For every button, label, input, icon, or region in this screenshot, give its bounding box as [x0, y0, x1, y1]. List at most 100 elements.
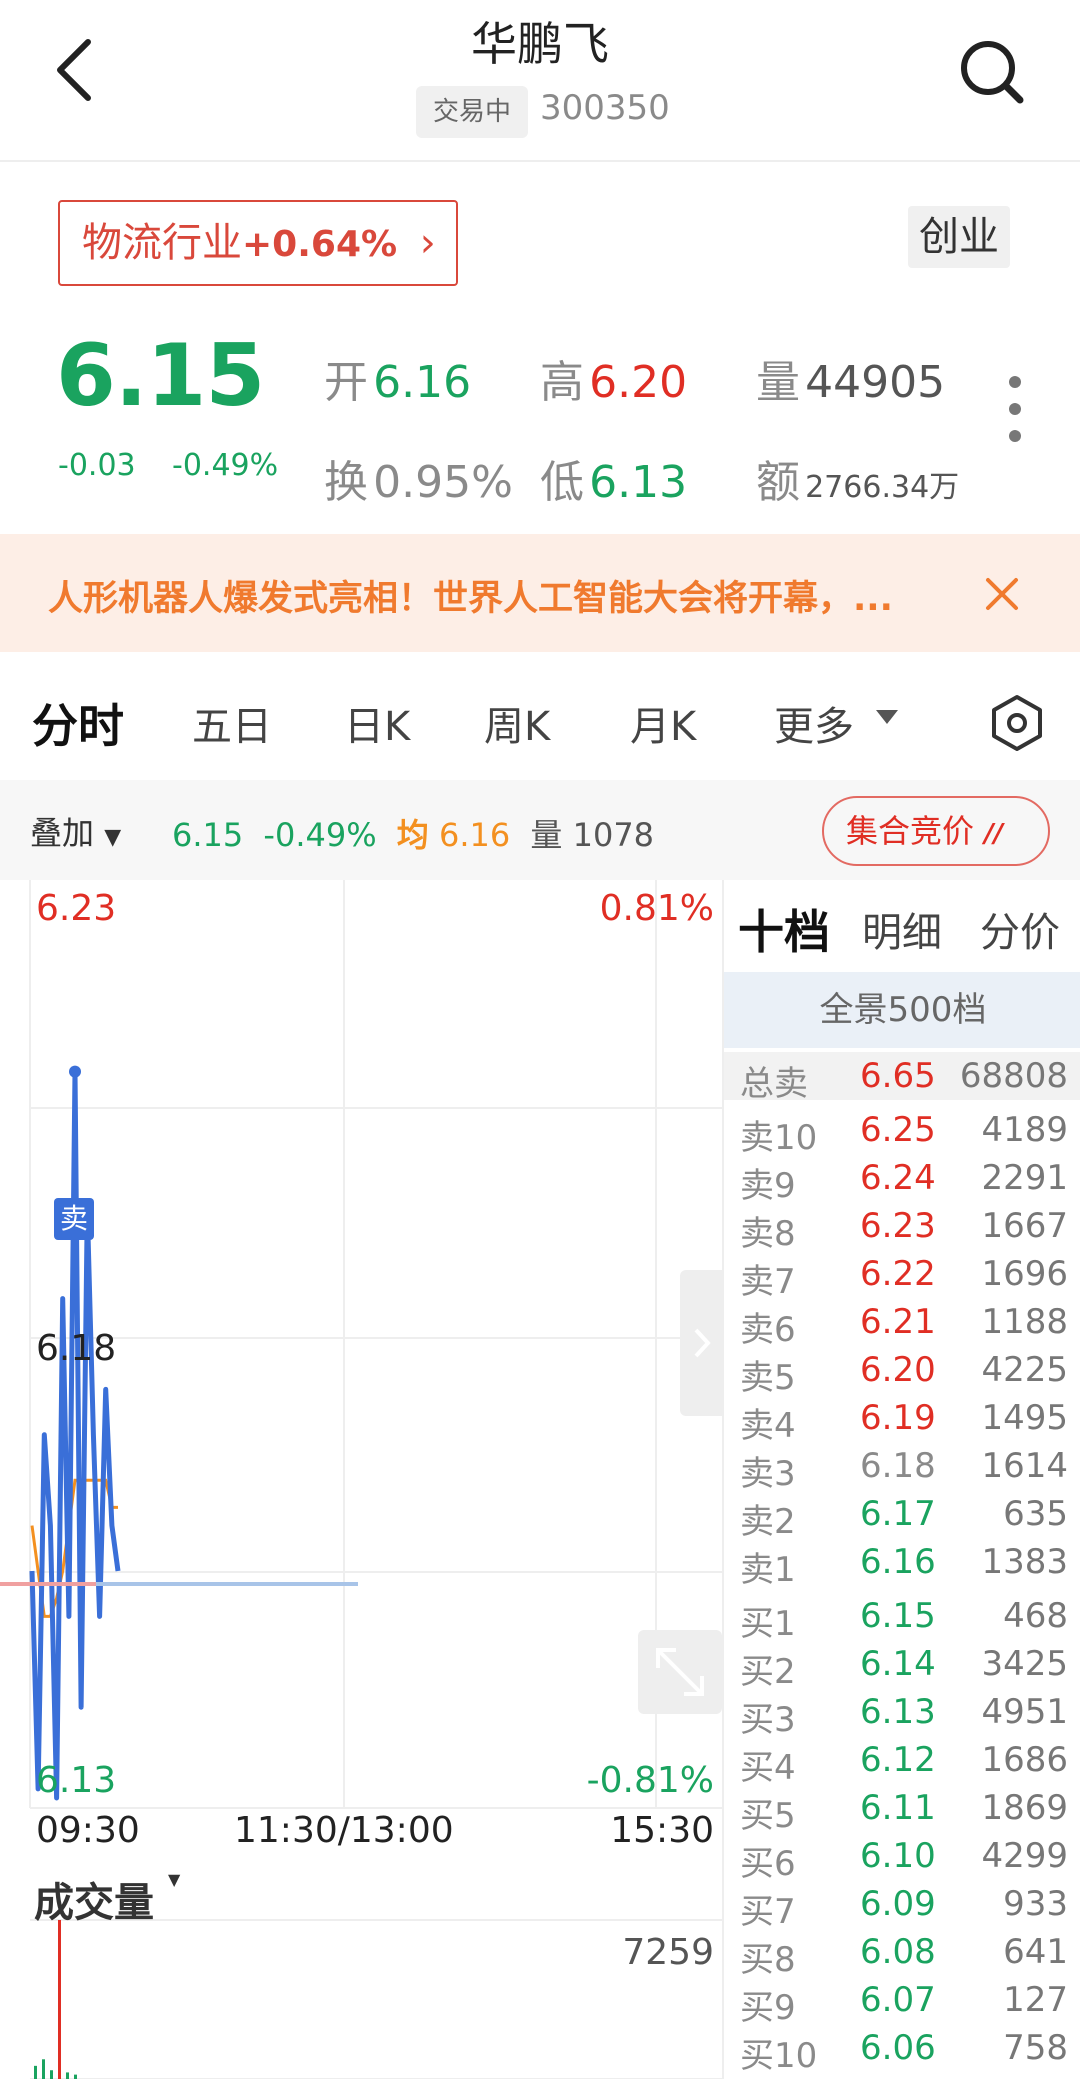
chevron-right-icon: ›: [419, 220, 436, 266]
ask-row[interactable]: 卖8 6.23 1667: [724, 1202, 1080, 1254]
ask-row[interactable]: 卖4 6.19 1495: [724, 1394, 1080, 1446]
stock-name: 华鹏飞: [471, 17, 609, 71]
close-icon[interactable]: [982, 574, 1022, 614]
fullscreen-button[interactable]: [638, 1630, 722, 1714]
ask-level-label: 卖4: [740, 1406, 796, 1446]
bid-volume: 3425: [981, 1644, 1068, 1684]
tab-trade-details[interactable]: 明细: [862, 900, 942, 958]
ask-price: 6.20: [860, 1350, 936, 1390]
intraday-chart[interactable]: 6.23 0.81% 6.18 6.13 -0.81% 卖 09:30 11:3…: [0, 880, 722, 2079]
tab-monthly-k[interactable]: 月K: [630, 694, 696, 752]
ask-row[interactable]: 卖3 6.18 1614: [724, 1442, 1080, 1494]
ask-row[interactable]: 卖10 6.25 4189: [724, 1106, 1080, 1158]
ask-level-label: 卖9: [740, 1166, 796, 1206]
settings-hexagon-icon[interactable]: [988, 694, 1046, 752]
overlay-pct: -0.49%: [263, 816, 377, 854]
call-auction-button[interactable]: 集合竞价 //: [822, 796, 1050, 866]
tab-ten-levels[interactable]: 十档: [738, 896, 830, 962]
volume-bar: [50, 2070, 53, 2079]
ask-row[interactable]: 卖5 6.20 4225: [724, 1346, 1080, 1398]
top-bar: 华鹏飞 交易中 300350: [0, 0, 1080, 162]
y-axis-top-pct: 0.81%: [599, 888, 714, 929]
bid-row[interactable]: 买4 6.12 1686: [724, 1736, 1080, 1788]
ask-level-label: 卖5: [740, 1358, 796, 1398]
ask-price: 6.21: [860, 1302, 936, 1342]
overlay-toggle[interactable]: 叠加 ▼: [30, 808, 121, 854]
volume-bar: [74, 2074, 77, 2079]
ask-volume: 635: [1003, 1494, 1068, 1534]
bid-row[interactable]: 买1 6.15 468: [724, 1592, 1080, 1644]
full-depth-button[interactable]: 全景500档: [724, 972, 1080, 1048]
bid-row[interactable]: 买8 6.08 641: [724, 1928, 1080, 1980]
bid-row[interactable]: 买2 6.14 3425: [724, 1640, 1080, 1692]
bid-price: 6.14: [860, 1644, 936, 1684]
back-arrow-icon[interactable]: [40, 30, 110, 110]
chevron-right-icon: [694, 1328, 711, 1358]
total-ask-volume: 68808: [959, 1056, 1068, 1096]
sell-marker[interactable]: 卖: [54, 1198, 94, 1240]
ask-row[interactable]: 卖6 6.21 1188: [724, 1298, 1080, 1350]
tab-daily-k[interactable]: 日K: [344, 694, 410, 752]
ask-volume: 1614: [981, 1446, 1068, 1486]
ask-row[interactable]: 卖2 6.17 635: [724, 1490, 1080, 1542]
news-banner[interactable]: 人形机器人爆发式亮相！世界人工智能大会将开幕，...: [0, 534, 1080, 652]
quote-open: 开 6.16: [324, 357, 472, 408]
ask-price: 6.22: [860, 1254, 936, 1294]
caret-down-icon: ▼: [167, 1870, 181, 1889]
tab-price-distribution[interactable]: 分价: [980, 900, 1060, 958]
sector-change: +0.64%: [242, 224, 398, 265]
ask-level-label: 卖7: [740, 1262, 796, 1302]
bid-row[interactable]: 买9 6.07 127: [724, 1976, 1080, 2028]
volume-indicator-toggle[interactable]: 成交量 ▼: [34, 1870, 180, 1928]
bid-row[interactable]: 买6 6.10 4299: [724, 1832, 1080, 1884]
bid-row[interactable]: 买5 6.11 1869: [724, 1784, 1080, 1836]
bid-volume: 4951: [981, 1692, 1068, 1732]
ask-bid-divider-red: [0, 1582, 96, 1586]
ask-price: 6.18: [860, 1446, 936, 1486]
total-ask-price: 6.65: [860, 1056, 936, 1096]
bid-price: 6.15: [860, 1596, 936, 1636]
overlay-price: 6.15: [172, 816, 244, 854]
bid-level-label: 买9: [740, 1988, 796, 2028]
ask-volume: 1696: [981, 1254, 1068, 1294]
ask-volume: 2291: [981, 1158, 1068, 1198]
bid-price: 6.08: [860, 1932, 936, 1972]
expand-orderbook-handle[interactable]: [680, 1270, 722, 1416]
tab-five-day[interactable]: 五日: [192, 694, 272, 752]
bid-level-label: 买2: [740, 1652, 796, 1692]
bid-row[interactable]: 买10 6.06 758: [724, 2024, 1080, 2076]
chart-period-tabs: 分时 五日 日K 周K 月K 更多: [0, 676, 1080, 766]
bid-row[interactable]: 买3 6.13 4951: [724, 1688, 1080, 1740]
bid-level-label: 买5: [740, 1796, 796, 1836]
quote-low: 低 6.13: [540, 457, 688, 508]
sector-tag[interactable]: 物流行业+0.64% ›: [58, 200, 458, 286]
volume-max-label: 7259: [622, 1932, 714, 1973]
ask-level-label: 卖8: [740, 1214, 796, 1254]
y-axis-top-price: 6.23: [36, 888, 117, 929]
y-axis-bottom-pct: -0.81%: [586, 1760, 714, 1801]
quote-amount: 额 2766.34万: [756, 457, 960, 508]
tab-weekly-k[interactable]: 周K: [484, 694, 550, 752]
tab-more[interactable]: 更多: [774, 694, 854, 752]
quote-volume: 量 44905: [756, 357, 946, 408]
ask-volume: 1188: [981, 1302, 1068, 1342]
tab-intraday[interactable]: 分时: [32, 690, 124, 756]
search-icon[interactable]: [958, 38, 1026, 106]
x-tick-close: 15:30: [610, 1810, 714, 1851]
ask-row[interactable]: 卖9 6.24 2291: [724, 1154, 1080, 1206]
stock-code: 300350: [540, 88, 670, 128]
ask-price: 6.16: [860, 1542, 936, 1582]
ask-price: 6.25: [860, 1110, 936, 1150]
quote-turnover: 换 0.95%: [324, 457, 513, 508]
order-book-panel: 十档 明细 分价 全景500档 总卖 6.65 68808 卖10 6.25 418…: [722, 880, 1080, 2079]
ask-volume: 1495: [981, 1398, 1068, 1438]
overlay-stats: 6.15 -0.49% 均 6.16 量 1078: [172, 810, 654, 856]
bid-row[interactable]: 买7 6.09 933: [724, 1880, 1080, 1932]
more-options-icon[interactable]: [1002, 374, 1028, 444]
bid-level-label: 买8: [740, 1940, 796, 1980]
banner-text: 人形机器人爆发式亮相！世界人工智能大会将开幕，...: [48, 579, 893, 619]
ask-row[interactable]: 卖1 6.16 1383: [724, 1538, 1080, 1590]
bid-level-label: 买1: [740, 1604, 796, 1644]
bid-volume: 758: [1003, 2028, 1068, 2068]
ask-row[interactable]: 卖7 6.22 1696: [724, 1250, 1080, 1302]
